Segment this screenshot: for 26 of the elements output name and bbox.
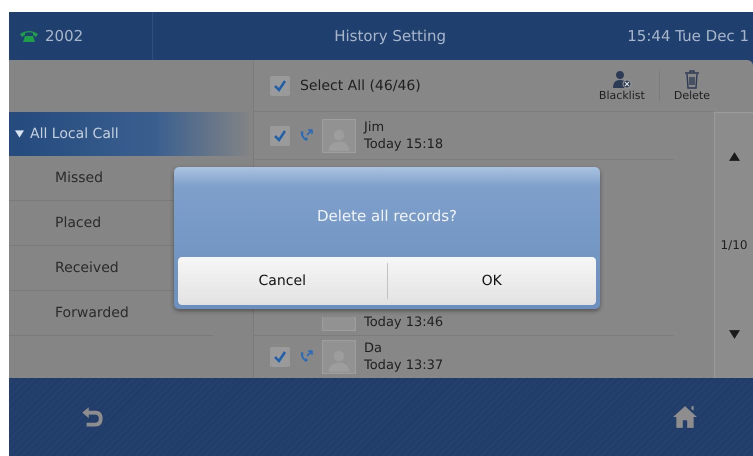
delete-button[interactable]: Delete	[670, 69, 714, 102]
page-down-icon[interactable]	[728, 328, 740, 340]
contact-name: Da	[364, 340, 383, 357]
select-all-label: Select All (46/46)	[300, 78, 421, 94]
call-icon	[298, 349, 314, 365]
clock: 15:44 Tue Dec 1	[627, 27, 749, 45]
screen-title: History Setting	[333, 27, 448, 45]
contact-name: Jim	[364, 118, 386, 136]
person-block-icon	[612, 69, 632, 89]
checkbox[interactable]	[270, 76, 290, 96]
dialog-message: Delete all records?	[316, 206, 458, 227]
call-time: Today 13:37	[364, 357, 444, 374]
expand-arrow-icon	[15, 130, 24, 138]
phone-icon	[19, 29, 39, 43]
ok-button[interactable]: OK	[388, 257, 596, 305]
blacklist-button[interactable]: Blacklist	[594, 69, 649, 102]
checkbox[interactable]	[270, 126, 290, 146]
call-time: Today 13:46	[364, 314, 444, 331]
page-up-icon[interactable]	[728, 151, 740, 162]
call-icon	[298, 128, 314, 144]
sidebar-label: All Local Call	[30, 126, 119, 142]
page-indicator: 1/10	[720, 238, 748, 252]
call-time: Today 15:18	[364, 136, 444, 152]
checkbox[interactable]	[270, 347, 290, 367]
home-icon[interactable]	[672, 404, 698, 430]
line-number: 2002	[45, 27, 84, 45]
